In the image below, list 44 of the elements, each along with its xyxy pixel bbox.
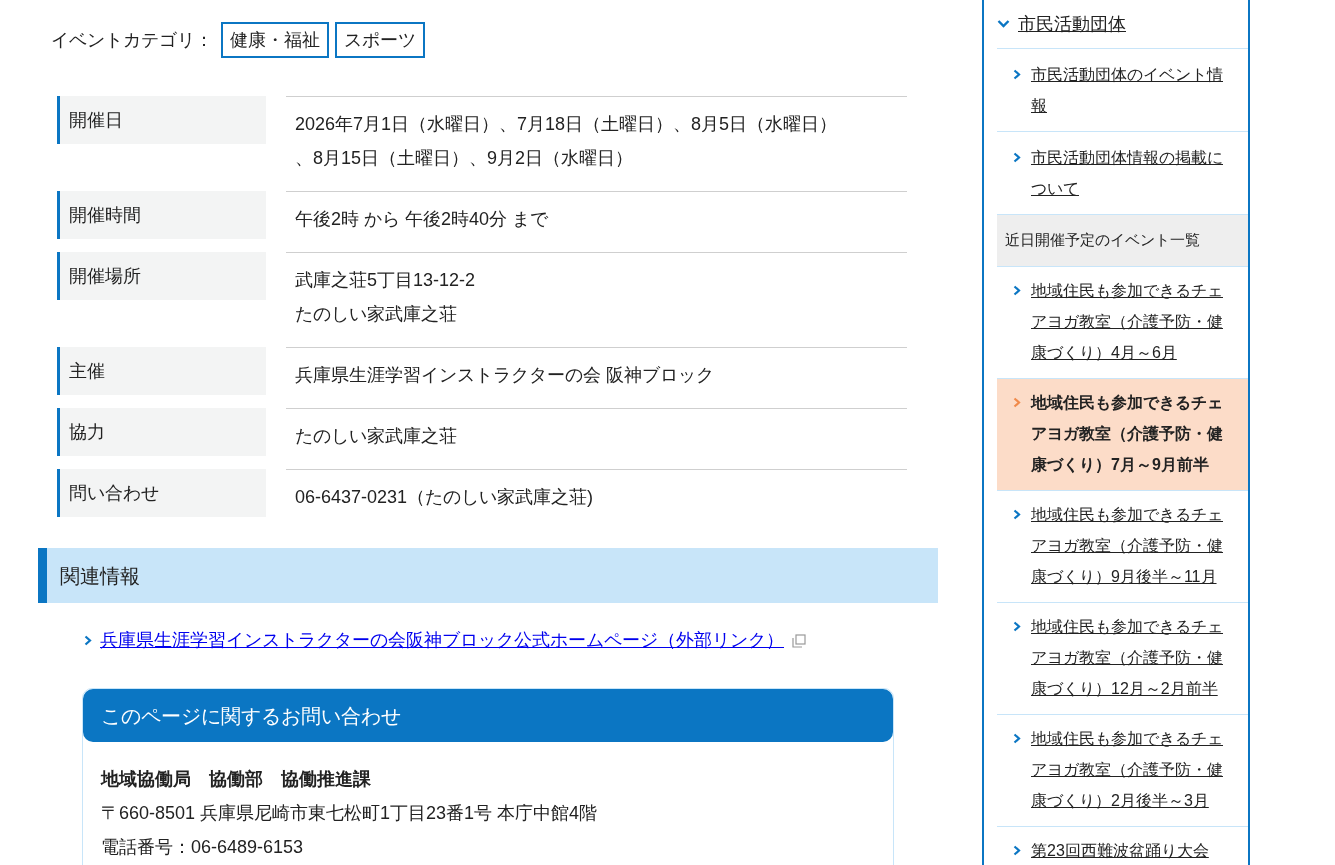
detail-label: 開催時間 <box>57 191 266 239</box>
sidebar-section-heading: 近日開催予定のイベント一覧 <box>997 214 1248 266</box>
contact-department: 地域協働局 協働部 協働推進課 <box>101 768 372 791</box>
sidebar-link[interactable]: 市民活動団体のイベント情報 <box>1031 59 1234 121</box>
sidebar-heading-link[interactable]: 市民活動団体 <box>1018 10 1126 38</box>
detail-value: たのしい家武庫之荘 <box>295 303 458 326</box>
detail-label: 問い合わせ <box>57 469 266 517</box>
detail-value: 午後2時 から 午後2時40分 まで <box>295 208 550 231</box>
detail-value: 武庫之荘5丁目13-12-2 <box>295 269 477 292</box>
sidebar-event-title: 地域住民も参加できるチェアヨガ教室（介護予防・健康づくり）9月後半～11月 <box>1031 505 1224 587</box>
contact-address: 〒660-8501 兵庫県尼崎市東七松町1丁目23番1号 本庁中館4階 <box>101 802 599 825</box>
chevron-right-icon <box>1013 509 1021 520</box>
sidebar-event-title: 第23回西難波盆踊り大会 <box>1031 841 1209 861</box>
sidebar-link[interactable]: 市民活動団体情報の掲載について <box>1031 142 1234 204</box>
category-tag[interactable]: 健康・福祉 <box>221 22 329 58</box>
sidebar-event-title: 地域住民も参加できるチェアヨガ教室（介護予防・健康づくり）12月～2月前半 <box>1031 617 1224 699</box>
chevron-right-icon <box>1013 621 1021 632</box>
category-tag[interactable]: スポーツ <box>335 22 425 58</box>
external-link[interactable]: 兵庫県生涯学習インストラクターの会阪神ブロック公式ホームページ（外部リンク） <box>100 627 784 654</box>
chevron-right-icon <box>1013 733 1021 744</box>
contact-heading: このページに関するお問い合わせ <box>83 689 893 742</box>
external-window-icon <box>792 633 806 648</box>
sidebar-event-title: 地域住民も参加できるチェアヨガ教室（介護予防・健康づくり）7月～9月前半 <box>1031 393 1224 475</box>
sidebar-event-item[interactable]: 地域住民も参加できるチェアヨガ教室（介護予防・健康づくり）7月～9月前半 <box>997 378 1248 490</box>
category-label: イベントカテゴリ： <box>51 28 213 52</box>
detail-label: 開催日 <box>57 96 266 144</box>
contact-phone: 電話番号：06-6489-6153 <box>101 836 305 859</box>
chevron-right-icon <box>1013 152 1021 163</box>
chevron-right-icon <box>1013 69 1021 80</box>
detail-value: たのしい家武庫之荘 <box>295 425 458 448</box>
detail-label: 主催 <box>57 347 266 395</box>
detail-label: 協力 <box>57 408 266 456</box>
detail-value: 06-6437-0231（たのしい家武庫之荘) <box>295 486 595 509</box>
detail-value: 兵庫県生涯学習インストラクターの会 阪神ブロック <box>295 364 715 387</box>
section-heading: 関連情報 <box>38 548 938 603</box>
chevron-right-icon <box>1013 845 1021 856</box>
detail-value: 、8月15日（土曜日）、9月2日（水曜日） <box>295 147 635 170</box>
sidebar-event-title: 地域住民も参加できるチェアヨガ教室（介護予防・健康づくり）2月後半～3月 <box>1031 729 1224 811</box>
detail-value: 2026年7月1日（水曜日）、7月18日（土曜日）、8月5日（水曜日） <box>295 113 839 136</box>
chevron-right-icon <box>1013 397 1021 408</box>
chevron-right-icon <box>1013 285 1021 296</box>
sidebar-event-title: 地域住民も参加できるチェアヨガ教室（介護予防・健康づくり）4月～6月 <box>1031 281 1224 363</box>
chevron-right-icon <box>84 635 92 646</box>
detail-label: 開催場所 <box>57 252 266 300</box>
